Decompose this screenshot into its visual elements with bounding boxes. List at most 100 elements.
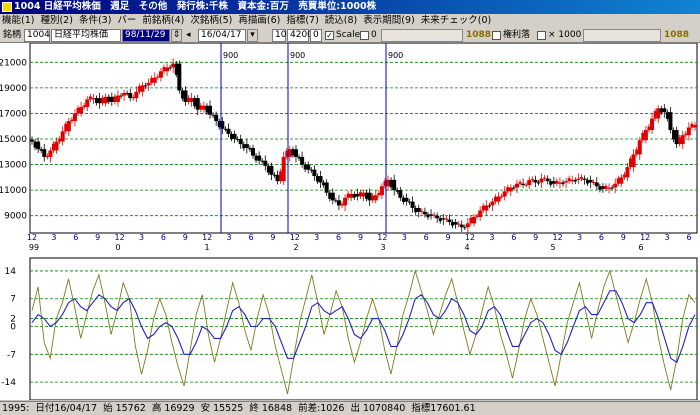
candle-body <box>690 123 694 128</box>
candle-body <box>635 149 639 155</box>
x-month-label: 3 <box>314 233 319 242</box>
candle-body <box>598 186 602 190</box>
candle-body <box>441 218 446 220</box>
menu-function[interactable]: 機能(1) <box>2 15 34 26</box>
candle-body <box>70 119 74 122</box>
menu-future-check[interactable]: 未来チェック(0) <box>421 15 491 26</box>
candle-body <box>355 193 360 197</box>
candle-body <box>72 113 77 122</box>
candle-body <box>343 197 348 206</box>
candle-body <box>54 141 59 151</box>
candle-body <box>610 187 614 189</box>
scroll-left-icon[interactable]: ◂ <box>186 29 196 42</box>
vertical-marker-label: 900 <box>290 51 305 60</box>
scale-value: 0 <box>371 30 377 40</box>
price-tick-label: 19000 <box>0 84 27 94</box>
period-field[interactable]: 10 <box>272 29 286 42</box>
chart-canvas[interactable]: 9000110001300015000170001900021000900 900… <box>0 42 700 401</box>
status-open: 始 15762 <box>103 403 146 414</box>
candle-body <box>33 141 37 148</box>
end-date-field[interactable]: 16/04/17 <box>198 29 246 42</box>
start-date-field[interactable]: 98/11/29 <box>122 29 170 42</box>
scale-slider[interactable] <box>381 29 463 42</box>
multiplier-checkbox[interactable] <box>537 31 546 40</box>
candle-body <box>226 128 231 134</box>
end-date-dropdown-icon[interactable]: ▾ <box>247 29 258 42</box>
window-title-bar[interactable]: 1004 日経平均株価 週足 その他 発行株:千株 資本金:百万 売買単位:10… <box>0 0 700 14</box>
x-month-label: 6 <box>73 233 78 242</box>
menu-indicator[interactable]: 指標(7) <box>286 15 318 26</box>
bars-field[interactable]: 4200 <box>287 29 313 42</box>
candle-body <box>512 187 516 189</box>
candle-body <box>536 182 540 184</box>
price-panel-frame <box>29 42 698 234</box>
candle-body <box>508 187 513 192</box>
candle-body <box>475 216 479 218</box>
candle-body <box>60 131 65 142</box>
candle-body <box>619 177 624 184</box>
candle-body <box>349 193 354 198</box>
candle-body <box>109 96 114 102</box>
offset-field[interactable]: 0 <box>310 29 322 42</box>
candle-body <box>457 223 461 225</box>
x-month-label: 6 <box>686 233 691 242</box>
candle-body <box>582 178 587 180</box>
x-year-label: 6 <box>638 243 643 252</box>
menu-condition[interactable]: 条件(3) <box>79 15 111 26</box>
candle-body <box>414 208 418 213</box>
x-month-label: 6 <box>336 233 341 242</box>
candle-body <box>607 187 612 189</box>
price-tick-label: 13000 <box>0 161 27 171</box>
x-month-label: 3 <box>139 233 144 242</box>
candle-body <box>238 139 243 145</box>
candle-body <box>680 135 685 145</box>
candle-body <box>177 63 182 91</box>
candle-body <box>244 144 249 148</box>
menu-next-stock[interactable]: 次銘柄(5) <box>190 15 232 26</box>
candle-body <box>257 155 262 161</box>
candle-body <box>146 82 151 86</box>
candle-body <box>426 214 430 218</box>
x-year-label: 1 <box>204 243 209 252</box>
candle-body <box>665 112 669 119</box>
candle-body <box>570 179 575 182</box>
candle-body <box>594 182 599 187</box>
menu-bar-item[interactable]: バー <box>117 15 136 26</box>
start-date-spinner[interactable]: ⇕ <box>171 29 182 42</box>
candle-body <box>150 77 154 83</box>
menu-load[interactable]: 読込(8) <box>325 15 357 26</box>
menu-type[interactable]: 種別(2) <box>40 15 72 26</box>
candle-body <box>128 93 133 99</box>
toolbar: 銘柄 1004 日経平均株価 98/11/29 ⇕ ◂ 16/04/17 ▾ 1… <box>0 28 700 43</box>
candle-body <box>82 105 86 108</box>
candle-body <box>230 133 234 139</box>
candle-body <box>309 169 313 171</box>
menu-prev-stock[interactable]: 前銘柄(4) <box>142 15 184 26</box>
rights-checkbox[interactable] <box>492 31 501 40</box>
stock-name-field[interactable]: 日経平均株価 <box>51 29 121 42</box>
candle-body <box>272 174 276 176</box>
candle-body <box>174 63 178 75</box>
candle-body <box>45 155 49 157</box>
scale-checkbox[interactable]: ✓ <box>325 31 334 40</box>
menu-display-period[interactable]: 表示期間(9) <box>363 15 414 26</box>
candle-body <box>500 196 504 198</box>
scale-zero-checkbox[interactable] <box>360 31 369 40</box>
candle-body <box>487 205 491 207</box>
menu-redraw[interactable]: 再描画(6) <box>238 15 280 26</box>
indicator-tick-label: -7 <box>7 350 16 360</box>
candle-body <box>352 193 356 198</box>
period-slider[interactable] <box>583 29 661 42</box>
candle-body <box>438 218 442 222</box>
x-month-label: 3 <box>227 233 232 242</box>
candle-body <box>152 77 157 83</box>
candle-body <box>564 181 569 183</box>
candle-body <box>42 149 47 157</box>
x-year-label: 3 <box>380 243 385 252</box>
candle-body <box>171 63 176 68</box>
candle-body <box>481 205 485 211</box>
candle-body <box>432 214 436 216</box>
chart-area[interactable]: 9000 11000 13000 15000 17000 19000 21000 900 900… <box>0 42 700 401</box>
candle-body <box>113 96 117 102</box>
stock-code-field[interactable]: 1004 <box>24 29 50 42</box>
